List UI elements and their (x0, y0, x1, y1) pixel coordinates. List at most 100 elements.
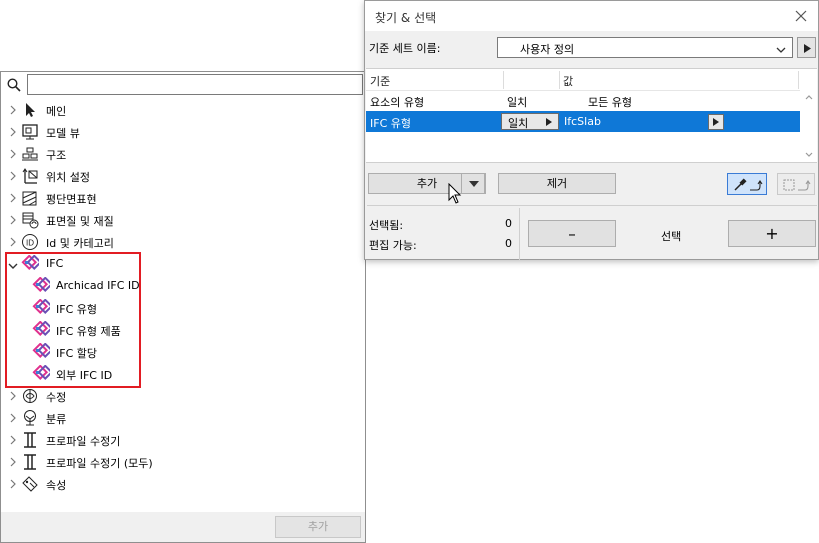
close-icon[interactable] (794, 9, 808, 23)
chevron-right-icon[interactable] (9, 435, 17, 445)
chevron-right-icon[interactable] (9, 193, 17, 203)
tree-item[interactable]: 분류 (1, 407, 365, 429)
svg-text:ID: ID (26, 239, 34, 248)
tree-item[interactable]: IFC 유형 (1, 297, 365, 319)
element-tree-panel: 메인모델 뷰구조위치 설정 평단면표현표면질 및 재질 ID Id 및 카테고리 IFC… (0, 71, 366, 543)
tree-item[interactable]: 프로파일 수정기 (1, 429, 365, 451)
chevron-down-icon (776, 44, 786, 53)
dialog-title: 찾기 & 선택 (375, 11, 437, 25)
chevron-right-icon[interactable] (9, 149, 17, 159)
tree-item[interactable]: 메인 (1, 99, 365, 121)
tree-item-label: 모델 뷰 (46, 127, 80, 140)
tree-item-label: 메인 (46, 105, 67, 118)
column-divider (798, 71, 799, 89)
tree-item-label: IFC 할당 (56, 347, 97, 360)
divider (367, 205, 817, 206)
tree-item-label: 속성 (46, 479, 67, 492)
deselect-button[interactable]: – (528, 220, 616, 247)
table-scrollbar[interactable] (802, 91, 816, 163)
tree-item[interactable]: ID Id 및 카테고리 (1, 231, 365, 253)
chevron-right-icon[interactable] (9, 171, 17, 181)
tree-item[interactable]: 속성 (1, 473, 365, 495)
criteria-set-select[interactable]: 사용자 정의 (497, 37, 793, 58)
criteria-set-label: 기준 세트 이름: (369, 42, 441, 55)
tree-item-label: 표면질 및 재질 (46, 215, 114, 228)
tree-item-label: 프로파일 수정기 (46, 435, 121, 448)
chevron-down-icon[interactable] (8, 260, 18, 269)
arrow-right-icon (546, 118, 552, 126)
tree-item-label: IFC (46, 257, 64, 270)
chevron-right-icon[interactable] (9, 127, 17, 137)
ifc-icon (32, 364, 54, 383)
eyedropper-icon (734, 178, 763, 191)
surface-material-icon (21, 211, 39, 229)
chevron-right-icon[interactable] (9, 457, 17, 467)
tree-item[interactable]: IFC (1, 253, 365, 275)
column-divider (503, 71, 504, 89)
select-button[interactable]: + (728, 220, 816, 247)
tree-item-label: 프로파일 수정기 (모두) (46, 457, 153, 470)
title-bar: 찾기 & 선택 (365, 1, 818, 31)
header-criterion: 기준 (370, 75, 391, 88)
table-row-selected[interactable]: IFC 유형 일치 IfcSlab (366, 111, 800, 132)
selected-count: 0 (505, 217, 512, 230)
modify-icon (21, 387, 39, 405)
tree-item[interactable]: 외부 IFC ID (1, 363, 365, 385)
divider (519, 208, 520, 260)
criteria-table: 기준 값 요소의 유형 일치 모든 유형 IFC 유형 일치 IfcSlab (366, 68, 817, 163)
row-match[interactable]: 일치 (507, 94, 527, 110)
add-dropdown-button[interactable] (461, 173, 485, 194)
row-criterion: 요소의 유형 (370, 96, 425, 109)
inject-icon (783, 179, 811, 191)
floor-plan-icon (21, 189, 39, 207)
column-divider (559, 71, 560, 89)
tree-item[interactable]: 표면질 및 재질 (1, 209, 365, 231)
chevron-right-icon[interactable] (9, 413, 17, 423)
search-input[interactable] (27, 74, 363, 95)
tree-item[interactable]: 모델 뷰 (1, 121, 365, 143)
editable-label: 편집 가능: (369, 239, 417, 252)
positioning-icon (21, 167, 39, 185)
match-value: 일치 (508, 117, 529, 130)
inject-parameters-button[interactable] (777, 173, 815, 195)
chevron-right-icon[interactable] (9, 215, 17, 225)
tree-item[interactable]: Archicad IFC ID (1, 275, 365, 297)
criteria-set-value: 사용자 정의 (520, 43, 575, 56)
profile-modifier-icon (21, 431, 39, 449)
row-value[interactable]: 모든 유형 (588, 94, 632, 110)
tree-item-label: 수정 (46, 391, 67, 404)
add-button-disabled[interactable]: 추가 (275, 516, 361, 538)
id-icon: ID (21, 233, 39, 251)
match-dropdown[interactable]: 일치 (501, 113, 559, 130)
ifc-icon (21, 254, 43, 273)
remove-button[interactable]: 제거 (498, 173, 616, 194)
row-value[interactable]: IfcSlab (564, 115, 601, 128)
criteria-set-arrow-button[interactable] (797, 37, 816, 58)
property-icon (21, 475, 39, 493)
select-label: 선택 (661, 230, 682, 243)
tree-item[interactable]: IFC 할당 (1, 341, 365, 363)
tree-item[interactable]: IFC 유형 제품 (1, 319, 365, 341)
chevron-right-icon[interactable] (9, 479, 17, 489)
tree-bottom-bar: 추가 (1, 512, 365, 542)
tree-item-label: Id 및 카테고리 (46, 237, 114, 250)
ifc-icon (32, 342, 54, 361)
tree-item[interactable]: 구조 (1, 143, 365, 165)
chevron-right-icon[interactable] (9, 391, 17, 401)
tree-item-label: 구조 (46, 149, 67, 162)
tree-item-label: IFC 유형 제품 (56, 325, 121, 338)
tree-item[interactable]: 수정 (1, 385, 365, 407)
chevron-right-icon[interactable] (9, 237, 17, 247)
mouse-cursor-icon (448, 182, 462, 205)
tree-item[interactable]: 프로파일 수정기 (모두) (1, 451, 365, 473)
search-row (1, 72, 365, 98)
chevron-right-icon[interactable] (9, 105, 17, 115)
tree-item[interactable]: 위치 설정 (1, 165, 365, 187)
selected-label: 선택됨: (369, 219, 404, 232)
pick-parameters-button[interactable] (727, 173, 767, 195)
structure-icon (21, 145, 39, 163)
header-divider (366, 90, 800, 91)
tree-item-label: IFC 유형 (56, 303, 97, 316)
tree-item[interactable]: 평단면표현 (1, 187, 365, 209)
value-arrow-button[interactable] (708, 114, 724, 130)
